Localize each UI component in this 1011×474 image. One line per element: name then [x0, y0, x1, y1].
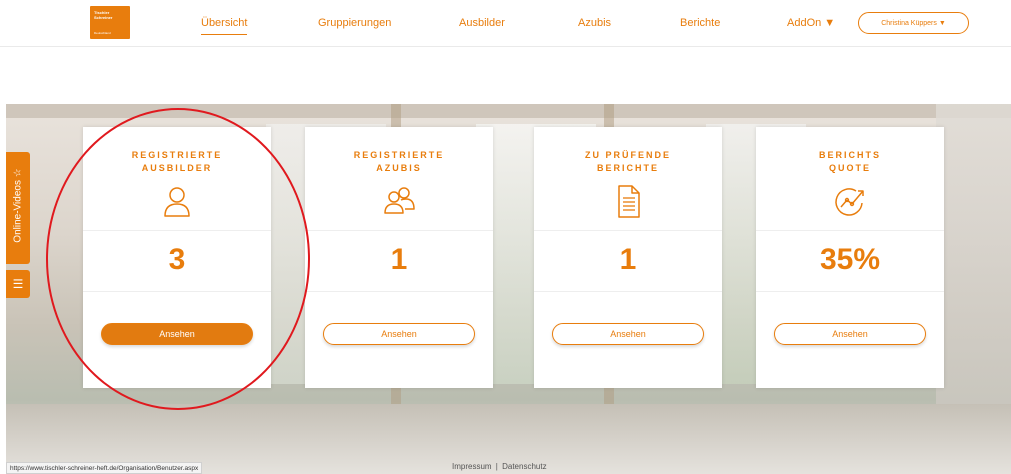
menu-icon: ☰	[12, 277, 24, 291]
online-videos-label: Online-Videos ☆	[12, 168, 24, 243]
card-registrierte-ausbilder: REGISTRIERTE AUSBILDER 3 Ansehen	[83, 127, 271, 388]
brand-logo[interactable]: Tischler Schreiner Deutschland	[90, 6, 130, 39]
user-menu-button[interactable]: Christina Küppers ▼	[858, 12, 969, 34]
impressum-link[interactable]: Impressum	[452, 462, 492, 471]
card-berichts-quote: BERICHTS QUOTE 35% Ansehen	[756, 127, 944, 388]
footer-separator: |	[495, 462, 498, 471]
card-title: BERICHTS QUOTE	[818, 150, 881, 173]
chart-icon	[835, 188, 864, 216]
nav-berichte[interactable]: Berichte	[680, 17, 720, 29]
divider	[534, 230, 722, 231]
ansehen-button[interactable]: Ansehen	[101, 323, 253, 345]
nav-gruppierungen[interactable]: Gruppierungen	[318, 17, 391, 29]
card-title: REGISTRIERTE AZUBIS	[353, 150, 445, 173]
card-value: 3	[168, 243, 186, 276]
ansehen-button[interactable]: Ansehen	[552, 323, 704, 345]
divider	[305, 230, 493, 231]
card-value: 35%	[819, 243, 881, 276]
document-icon	[618, 185, 640, 218]
divider	[305, 291, 493, 292]
user-icon	[164, 187, 190, 217]
card-registrierte-azubis: REGISTRIERTE AZUBIS 1 Ansehen	[305, 127, 493, 388]
divider	[756, 291, 944, 292]
card-value: 1	[390, 243, 408, 276]
logo-text: Tischler Schreiner	[94, 10, 112, 20]
nav-uebersicht[interactable]: Übersicht	[201, 17, 248, 35]
users-icon	[384, 187, 415, 214]
nav-addon-dropdown[interactable]: AddOn ▼	[787, 17, 835, 29]
logo-line-2: Schreiner	[94, 15, 113, 20]
footer-links: Impressum | Datenschutz	[452, 462, 547, 471]
datenschutz-link[interactable]: Datenschutz	[502, 462, 546, 471]
divider	[83, 291, 271, 292]
card-value: 1	[619, 243, 637, 276]
divider	[756, 230, 944, 231]
top-navigation: Tischler Schreiner Deutschland Übersicht…	[0, 0, 1011, 47]
ansehen-button[interactable]: Ansehen	[323, 323, 475, 345]
card-title: REGISTRIERTE AUSBILDER	[131, 150, 223, 173]
card-title: ZU PRÜFENDE BERICHTE	[584, 150, 671, 173]
ansehen-button[interactable]: Ansehen	[774, 323, 926, 345]
logo-subtext: Deutschland	[94, 31, 111, 35]
side-menu-button[interactable]: ☰	[6, 270, 30, 298]
online-videos-tab[interactable]: Online-Videos ☆	[6, 152, 30, 264]
nav-azubis[interactable]: Azubis	[578, 17, 611, 29]
divider	[534, 291, 722, 292]
nav-ausbilder[interactable]: Ausbilder	[459, 17, 505, 29]
status-bar-url: https://www.tischler-schreiner-heft.de/O…	[6, 462, 203, 474]
card-zu-pruefende-berichte: ZU PRÜFENDE BERICHTE 1 Ansehen	[534, 127, 722, 388]
divider	[83, 230, 271, 231]
